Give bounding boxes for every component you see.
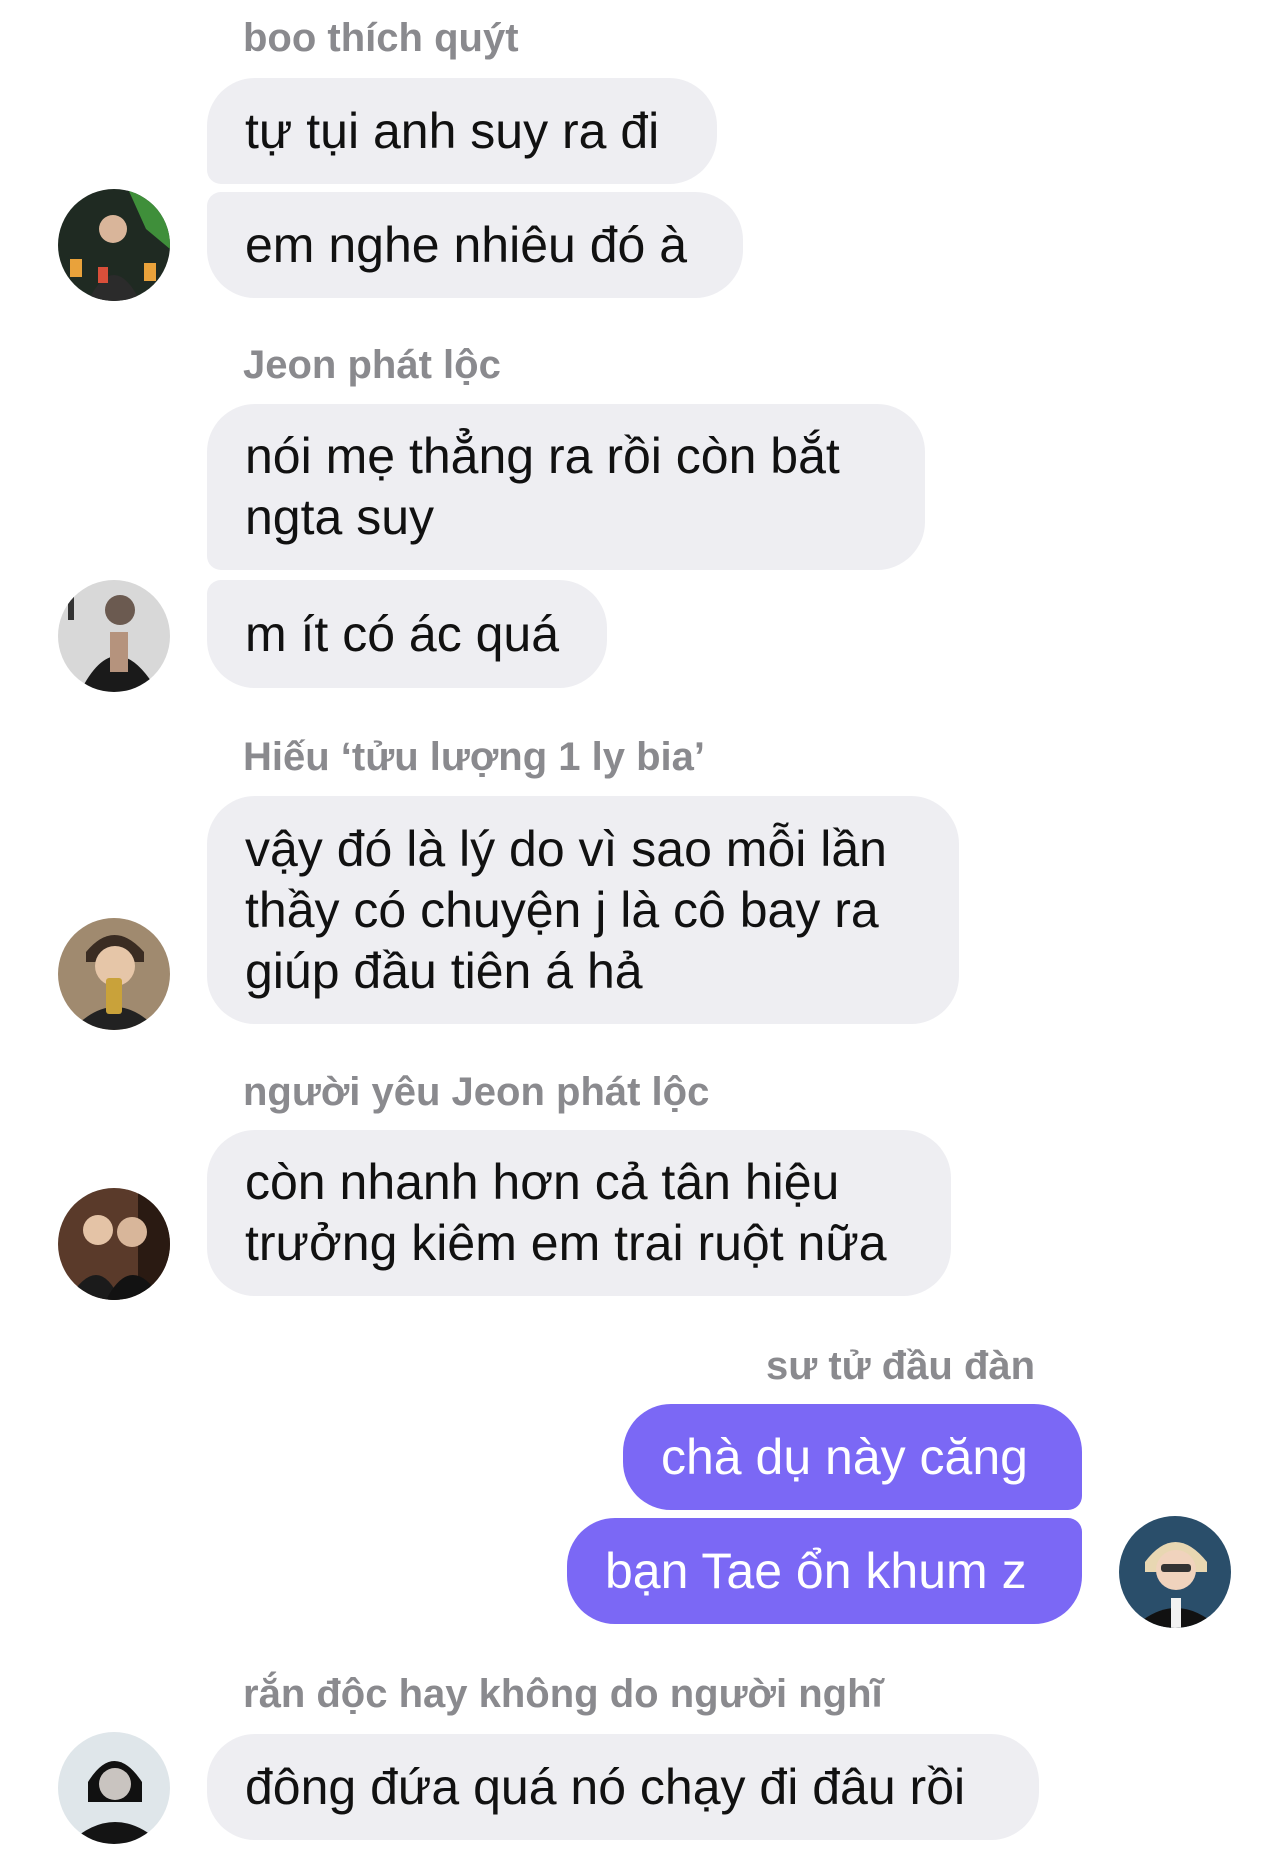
message-bubble[interactable]: nói mẹ thẳng ra rồi còn bắt ngta suy (207, 404, 925, 570)
sender-name: Hiếu ‘tửu lượng 1 ly bia’ (243, 735, 705, 779)
sender-name: người yêu Jeon phát lộc (243, 1070, 710, 1114)
sender-name: rắn độc hay không do người nghĩ (243, 1672, 883, 1716)
message-bubble[interactable]: bạn Tae ổn khum z (567, 1518, 1082, 1624)
message-bubble[interactable]: còn nhanh hơn cả tân hiệu trưởng kiêm em… (207, 1130, 951, 1296)
message-bubble[interactable]: vậy đó là lý do vì sao mỗi lần thầy có c… (207, 796, 959, 1024)
message-thread[interactable]: boo thích quýt tự tụi anh suy ra đi em n… (0, 0, 1284, 1863)
avatar[interactable] (58, 1732, 170, 1844)
profile-photo-icon (58, 580, 170, 692)
avatar[interactable] (58, 1188, 170, 1300)
message-bubble[interactable]: m ít có ác quá (207, 580, 607, 688)
message-bubble[interactable]: em nghe nhiêu đó à (207, 192, 743, 298)
profile-photo-icon (58, 918, 170, 1030)
sender-name: boo thích quýt (243, 16, 519, 60)
sender-name: Jeon phát lộc (243, 343, 501, 387)
sender-name: sư tử đầu đàn (766, 1344, 1036, 1388)
avatar[interactable] (1119, 1516, 1231, 1628)
avatar[interactable] (58, 918, 170, 1030)
profile-photo-icon (58, 1188, 170, 1300)
avatar[interactable] (58, 580, 170, 692)
profile-photo-icon (58, 189, 170, 301)
profile-photo-icon (1119, 1516, 1231, 1628)
message-bubble[interactable]: tự tụi anh suy ra đi (207, 78, 717, 184)
avatar[interactable] (58, 189, 170, 301)
profile-photo-icon (58, 1732, 170, 1844)
message-bubble[interactable]: đông đứa quá nó chạy đi đâu rồi (207, 1734, 1039, 1840)
message-bubble[interactable]: chà dụ này căng (623, 1404, 1082, 1510)
